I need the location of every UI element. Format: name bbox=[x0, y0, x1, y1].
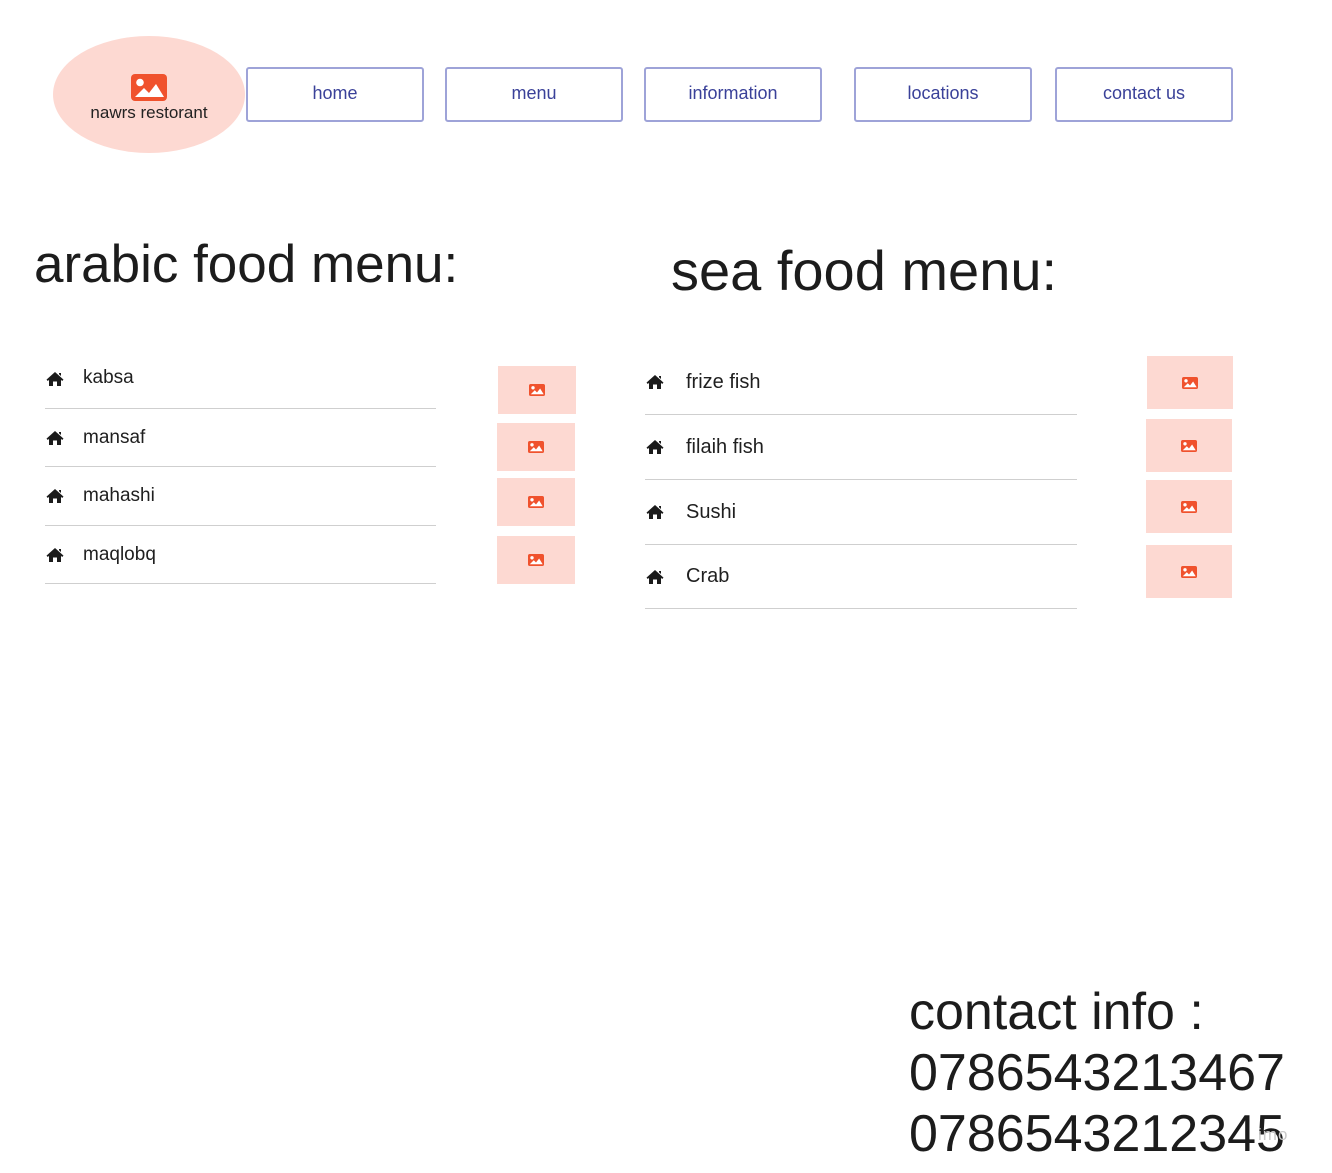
food-image-thumb[interactable] bbox=[497, 423, 575, 471]
brand-logo[interactable]: nawrs restorant bbox=[53, 36, 245, 153]
sea-menu-title: sea food menu: bbox=[671, 239, 1058, 302]
home-icon bbox=[46, 371, 64, 387]
nav-label: information bbox=[688, 83, 778, 103]
contact-phone: 0786543213467 bbox=[909, 1044, 1285, 1102]
home-icon bbox=[646, 439, 664, 455]
image-icon bbox=[528, 441, 544, 453]
home-icon bbox=[46, 547, 64, 563]
list-item[interactable]: frize fish bbox=[645, 350, 1077, 415]
list-item[interactable]: maqlobq bbox=[45, 526, 436, 584]
arabic-menu-title: arabic food menu: bbox=[34, 235, 459, 294]
nav-information-button[interactable]: information bbox=[644, 67, 822, 122]
nav-label: locations bbox=[907, 83, 979, 103]
list-item[interactable]: mansaf bbox=[45, 409, 436, 467]
item-label: maqlobq bbox=[83, 543, 156, 565]
item-label: mahashi bbox=[83, 485, 155, 506]
food-image-thumb[interactable] bbox=[1146, 419, 1232, 472]
food-image-thumb[interactable] bbox=[1146, 545, 1232, 598]
contact-title: contact info : bbox=[909, 983, 1204, 1041]
list-item[interactable]: kabsa bbox=[45, 350, 436, 409]
contact-info: contact info : 0786543213467 07865432123… bbox=[909, 982, 1309, 1165]
list-item[interactable]: Crab bbox=[645, 545, 1077, 609]
image-icon bbox=[1182, 377, 1198, 389]
list-item[interactable]: Sushi bbox=[645, 480, 1077, 545]
home-icon bbox=[646, 504, 664, 520]
nav-label: contact us bbox=[1102, 83, 1186, 103]
home-icon bbox=[646, 374, 664, 390]
item-label: mansaf bbox=[83, 426, 146, 448]
image-icon bbox=[528, 496, 544, 508]
home-icon bbox=[46, 430, 64, 446]
food-image-thumb[interactable] bbox=[498, 366, 576, 414]
item-label: frize fish bbox=[686, 370, 761, 393]
food-image-thumb[interactable] bbox=[1147, 356, 1233, 409]
food-image-thumb[interactable] bbox=[1146, 480, 1232, 533]
item-label: Sushi bbox=[686, 500, 737, 523]
image-icon bbox=[1181, 566, 1197, 578]
home-icon bbox=[46, 488, 64, 504]
image-icon bbox=[528, 554, 544, 566]
list-item[interactable]: filaih fish bbox=[645, 415, 1077, 480]
item-label: kabsa bbox=[83, 367, 134, 388]
nav-menu-button[interactable]: menu bbox=[445, 67, 623, 122]
nav-contact-button[interactable]: contact us bbox=[1055, 67, 1233, 122]
nav-locations-button[interactable]: locations bbox=[854, 67, 1032, 122]
item-label: Crab bbox=[686, 565, 730, 587]
food-image-thumb[interactable] bbox=[497, 478, 575, 526]
brand-name: nawrs restorant bbox=[90, 103, 208, 122]
list-item[interactable]: mahashi bbox=[45, 467, 436, 526]
food-image-thumb[interactable] bbox=[497, 536, 575, 584]
image-icon bbox=[1181, 501, 1197, 513]
watermark: imo bbox=[1258, 1125, 1289, 1144]
home-icon bbox=[646, 569, 664, 585]
image-icon bbox=[131, 74, 167, 101]
nav-label: menu bbox=[511, 83, 557, 103]
image-icon bbox=[1181, 440, 1197, 452]
nav-home-button[interactable]: home bbox=[246, 67, 424, 122]
nav-label: home bbox=[312, 83, 358, 103]
contact-phone: 0786543212345 bbox=[909, 1105, 1285, 1163]
image-icon bbox=[529, 384, 545, 396]
item-label: filaih fish bbox=[686, 435, 764, 458]
